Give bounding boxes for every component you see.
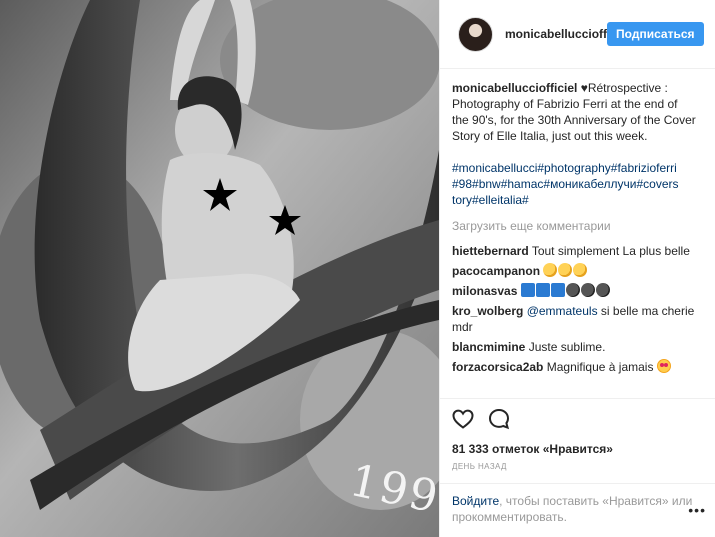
hundred-icon — [535, 283, 550, 297]
comment-username[interactable]: milonasvas — [452, 284, 517, 298]
comment-item: pacocampanon — [452, 263, 697, 279]
login-link[interactable]: Войдите — [452, 494, 499, 508]
comment-username[interactable]: forzacorsica2ab — [452, 360, 543, 374]
post-actions: 81 333 отметок «Нравится» день назад — [440, 398, 715, 471]
caption: monicabellucciofficiel ♥Rétrospective : … — [452, 80, 697, 144]
comment-username[interactable]: blancmimine — [452, 340, 525, 354]
likes-suffix: «Нравится» — [542, 442, 613, 456]
comment-text: Magnifique à jamais — [546, 360, 654, 374]
more-options-icon[interactable]: ••• — [688, 502, 706, 518]
follow-button[interactable]: Подписаться — [607, 22, 704, 46]
post-time[interactable]: день назад — [452, 462, 704, 471]
comment-text: Tout simplement La plus belle — [531, 244, 690, 258]
action-icons — [452, 407, 704, 431]
bomb-icon — [595, 283, 610, 297]
post-photo[interactable]: 199 — [0, 0, 439, 537]
heart-eyes-icon — [656, 359, 671, 373]
bomb-icon — [580, 283, 595, 297]
likes-count[interactable]: 81 333 отметок «Нравится» — [452, 442, 704, 456]
comment-mention[interactable]: @emmateuls — [527, 304, 598, 318]
comment-bubble-icon[interactable] — [488, 408, 510, 430]
comment-item: hiettebernard Tout simplement La plus be… — [452, 243, 697, 259]
comment-username[interactable]: hiettebernard — [452, 244, 529, 258]
comment-item: kro_wolberg @emmateuls si belle ma cheri… — [452, 303, 697, 335]
clapping-hands-icon — [543, 263, 558, 277]
likes-word: отметок — [492, 442, 540, 456]
comment-username[interactable]: kro_wolberg — [452, 304, 523, 318]
clapping-hands-icon — [573, 263, 588, 277]
instagram-post: 199 monicabelluccioff Подписаться monica… — [0, 0, 715, 537]
bomb-icon — [565, 283, 580, 297]
hundred-icon — [520, 283, 535, 297]
likes-number: 81 333 — [452, 442, 489, 456]
add-comment-section: Войдите, чтобы поставить «Нравится» или … — [440, 483, 715, 537]
caption-username[interactable]: monicabellucciofficiel — [452, 81, 577, 95]
load-more-comments[interactable]: Загрузить еще комментарии — [452, 218, 697, 234]
hashtags[interactable]: #monicabellucci#photography#fabrizioferr… — [452, 160, 697, 208]
avatar[interactable] — [458, 16, 493, 52]
heart-icon[interactable] — [452, 409, 474, 429]
clapping-hands-icon — [558, 263, 573, 277]
post-header: monicabelluccioff Подписаться — [440, 0, 715, 69]
comment-username[interactable]: pacocampanon — [452, 264, 540, 278]
photo-graphic — [0, 0, 439, 537]
comment-item: forzacorsica2ab Magnifique à jamais — [452, 359, 697, 375]
comment-item: blancmimine Juste sublime. — [452, 339, 697, 355]
post-sidebar: monicabelluccioff Подписаться monicabell… — [439, 0, 715, 537]
header-username[interactable]: monicabelluccioff — [505, 27, 607, 41]
comment-item: milonasvas — [452, 283, 697, 299]
hundred-icon — [550, 283, 565, 297]
comments-list: monicabellucciofficiel ♥Rétrospective : … — [440, 69, 715, 375]
comment-text: Juste sublime. — [528, 340, 606, 354]
